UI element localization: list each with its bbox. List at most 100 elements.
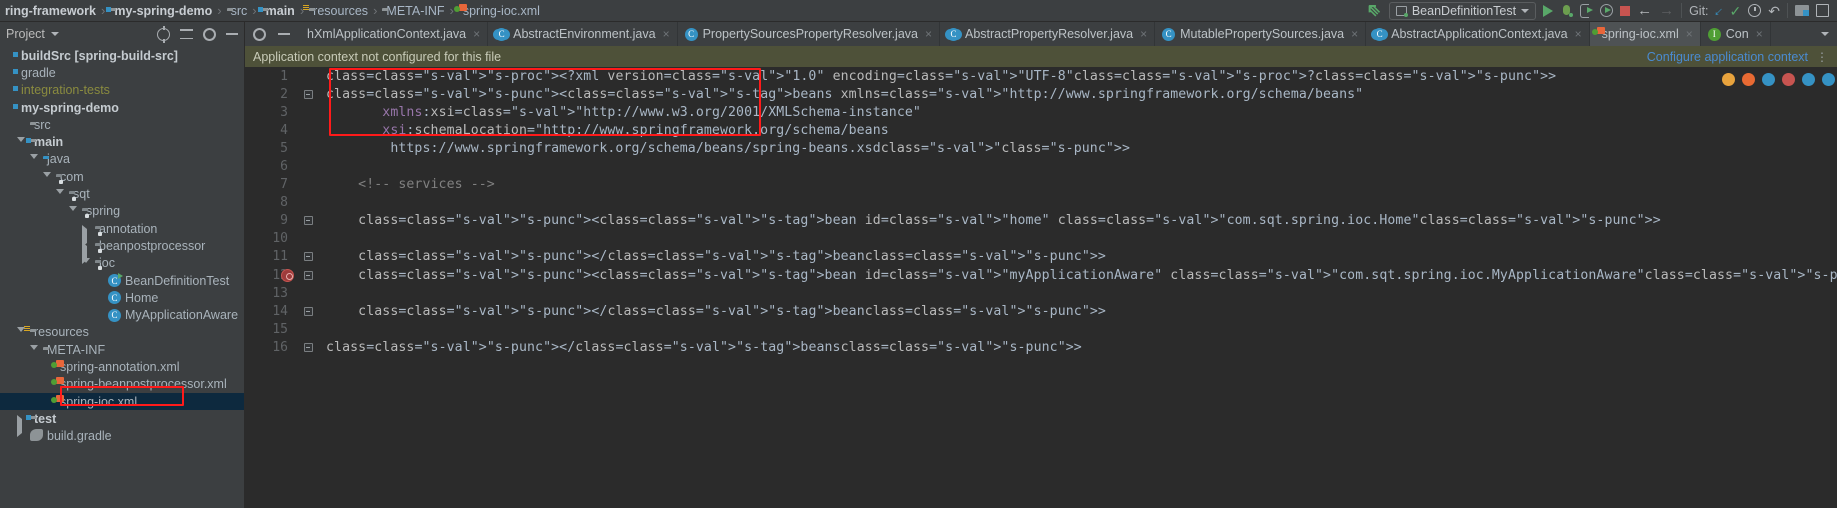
editor-tab-abstractapplicationcontext.java[interactable]: C AbstractApplicationContext.java ×	[1366, 22, 1590, 46]
gutter-cell[interactable]	[297, 216, 319, 226]
run-with-coverage-button[interactable]	[1600, 4, 1614, 17]
navigate-back-button[interactable]: ←	[1637, 3, 1652, 18]
run-configuration-selector[interactable]: BeanDefinitionTest	[1388, 1, 1537, 20]
tree-node-test[interactable]: test	[0, 410, 244, 437]
tree-node-myapplicationaware[interactable]: C MyApplicationAware	[0, 306, 244, 323]
project-structure-icon[interactable]	[1795, 5, 1809, 16]
configure-application-context-link[interactable]: Configure application context	[1647, 50, 1808, 64]
inspection-marker-1[interactable]	[1722, 73, 1735, 86]
breadcrumb-item-spring-ioc-xml[interactable]: spring-ioc.xml	[456, 0, 543, 21]
select-opened-file-icon[interactable]	[157, 25, 170, 43]
tree-node-src[interactable]: src	[0, 116, 244, 133]
search-everywhere-icon[interactable]	[1816, 4, 1829, 17]
breakpoint-icon[interactable]	[281, 268, 294, 282]
gear-icon[interactable]	[253, 27, 266, 41]
tree-node-integration-tests[interactable]: integration-tests	[0, 82, 244, 99]
tree-node-my-spring-demo[interactable]: my-spring-demo	[0, 99, 244, 116]
gutter-cell[interactable]	[297, 306, 319, 316]
tab-close-icon[interactable]: ×	[1573, 28, 1582, 40]
code-fold-icon[interactable]	[303, 216, 313, 226]
editor-tab-abstractenvironment.java[interactable]: C AbstractEnvironment.java ×	[488, 22, 678, 46]
git-update-icon[interactable]: ↓	[1711, 2, 1727, 18]
hide-icon[interactable]	[226, 33, 238, 35]
gutter-cell[interactable]	[297, 342, 319, 352]
breadcrumb-item-resources[interactable]: resources	[303, 0, 371, 21]
debug-button[interactable]	[1560, 4, 1574, 17]
tree-node-beanpostprocessor[interactable]: beanpostprocessor	[0, 237, 244, 264]
back-arrow-icon[interactable]: ⤊	[1364, 0, 1386, 21]
code-fold-icon[interactable]	[303, 89, 313, 99]
tree-node-gradle[interactable]: gradle	[0, 64, 244, 81]
editor-tab-mutablepropertysources.java[interactable]: C MutablePropertySources.java ×	[1155, 22, 1367, 46]
code-line[interactable]: 4 xsi:schemaLocation="http://www.springf…	[245, 121, 1837, 139]
code-fold-icon[interactable]	[303, 342, 313, 352]
inspection-marker-5[interactable]	[1802, 73, 1815, 86]
inspection-marker-3[interactable]	[1762, 73, 1775, 86]
code-line[interactable]: 8	[245, 194, 1837, 212]
tree-node-home[interactable]: C Home	[0, 289, 244, 306]
tree-node-spring-beanpostprocessor.xml[interactable]: spring-beanpostprocessor.xml	[0, 376, 244, 393]
tree-node-meta-inf[interactable]: META-INF	[0, 341, 244, 364]
code-line[interactable]: 1 class=class="s-val">"s-proc"><?xml vers…	[245, 67, 1837, 85]
inspection-marker-4[interactable]	[1782, 73, 1795, 86]
breadcrumb-item-meta-inf[interactable]: META-INF	[379, 0, 447, 21]
tree-node-resources[interactable]: resources	[0, 324, 244, 347]
tab-close-icon[interactable]: ×	[1349, 28, 1358, 40]
stop-button[interactable]	[1620, 5, 1631, 16]
tree-node-buildsrc-spring-build-src[interactable]: buildSrc [spring-build-src]	[0, 47, 244, 64]
code-line[interactable]: 14 class=class="s-val">"s-punc"></class=…	[245, 302, 1837, 320]
hide-icon[interactable]	[278, 33, 290, 35]
tree-node-build.gradle[interactable]: build.gradle	[0, 428, 244, 445]
tree-node-annotation[interactable]: annotation	[0, 220, 244, 247]
editor-tab-con[interactable]: I Con ×	[1701, 22, 1771, 46]
tab-close-icon[interactable]: ×	[661, 28, 670, 40]
editor-tab-abstractpropertyresolver.java[interactable]: C AbstractPropertyResolver.java ×	[940, 22, 1156, 46]
git-history-icon[interactable]	[1748, 4, 1762, 17]
code-line[interactable]: 12 class=class="s-val">"s-punc"><class=c…	[245, 266, 1837, 284]
tab-close-icon[interactable]: ×	[1684, 28, 1693, 40]
breadcrumb-item-src[interactable]: src	[224, 0, 251, 21]
inspection-marker-2[interactable]	[1742, 73, 1755, 86]
git-commit-icon[interactable]: ✓	[1730, 4, 1742, 18]
tab-close-icon[interactable]: ×	[1138, 28, 1147, 40]
code-line[interactable]: 2 class=class="s-val">"s-punc"><class=cla…	[245, 85, 1837, 103]
editor-tab-hxmlapplicationcontext.java[interactable]: hXmlApplicationContext.java ×	[300, 22, 489, 46]
code-lines[interactable]: 1 class=class="s-val">"s-proc"><?xml vers…	[245, 67, 1837, 357]
tab-close-icon[interactable]: ×	[1754, 28, 1763, 40]
tree-node-ioc[interactable]: ioc	[0, 255, 244, 278]
tree-node-spring-annotation.xml[interactable]: spring-annotation.xml	[0, 358, 244, 375]
code-fold-icon[interactable]	[303, 252, 313, 262]
code-line[interactable]: 9 class=class="s-val">"s-punc"><class=cl…	[245, 212, 1837, 230]
run-with-profiler-button[interactable]	[1580, 4, 1594, 18]
tab-close-icon[interactable]: ×	[471, 28, 480, 40]
gutter-cell[interactable]	[281, 268, 319, 282]
code-line[interactable]: 16 class=class="s-val">"s-punc"></class=c…	[245, 338, 1837, 356]
collapse-all-icon[interactable]	[180, 28, 193, 40]
tree-node-spring[interactable]: spring	[0, 203, 244, 226]
gutter-cell[interactable]	[297, 252, 319, 262]
tab-overflow-button[interactable]	[1813, 22, 1837, 46]
code-editor[interactable]: 1 class=class="s-val">"s-proc"><?xml vers…	[245, 67, 1837, 508]
tab-close-icon[interactable]: ×	[923, 28, 932, 40]
project-tree[interactable]: buildSrc [spring-build-src] gradle integra…	[0, 46, 244, 508]
tree-node-beandefinitiontest[interactable]: C BeanDefinitionTest	[0, 272, 244, 289]
code-line[interactable]: 6	[245, 157, 1837, 175]
breadcrumb-item-main[interactable]: main	[257, 0, 298, 21]
editor-tab-propertysourcespropertyresolver.java[interactable]: C PropertySourcesPropertyResolver.java ×	[678, 22, 940, 46]
tree-node-spring-ioc.xml[interactable]: spring-ioc.xml	[0, 392, 244, 411]
code-fold-icon[interactable]	[303, 306, 313, 316]
gutter-cell[interactable]	[297, 89, 319, 99]
code-fold-icon[interactable]	[303, 270, 313, 280]
chevron-down-icon[interactable]	[50, 32, 59, 36]
inspection-marker-6[interactable]	[1822, 73, 1835, 86]
code-line[interactable]: 10	[245, 230, 1837, 248]
breadcrumb-item-my-spring-demo[interactable]: my-spring-demo	[106, 0, 215, 21]
run-button[interactable]	[1543, 4, 1554, 17]
code-line[interactable]: 5 https://www.springframework.org/schema…	[245, 139, 1837, 157]
git-rollback-icon[interactable]: ↶	[1768, 4, 1780, 18]
notification-more-icon[interactable]: ⋮	[1808, 50, 1829, 64]
code-line[interactable]: 7 <!-- services -->	[245, 176, 1837, 194]
gear-icon[interactable]	[203, 27, 216, 41]
code-line[interactable]: 15	[245, 320, 1837, 338]
code-line[interactable]: 13	[245, 284, 1837, 302]
